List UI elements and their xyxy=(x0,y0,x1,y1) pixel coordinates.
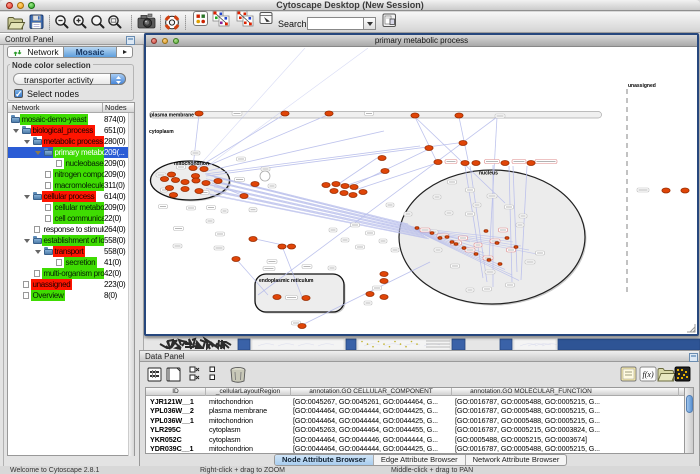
svg-text:cytoplasm: cytoplasm xyxy=(149,129,174,135)
svg-text:mitochondrion: mitochondrion xyxy=(174,161,209,167)
svg-text:unassigned: unassigned xyxy=(628,83,656,89)
svg-text:nucleus: nucleus xyxy=(479,171,498,177)
svg-text:plasma membrane: plasma membrane xyxy=(150,113,194,119)
svg-text:f(x): f(x) xyxy=(643,370,654,379)
svg-text:endoplasmic reticulum: endoplasmic reticulum xyxy=(259,278,314,284)
